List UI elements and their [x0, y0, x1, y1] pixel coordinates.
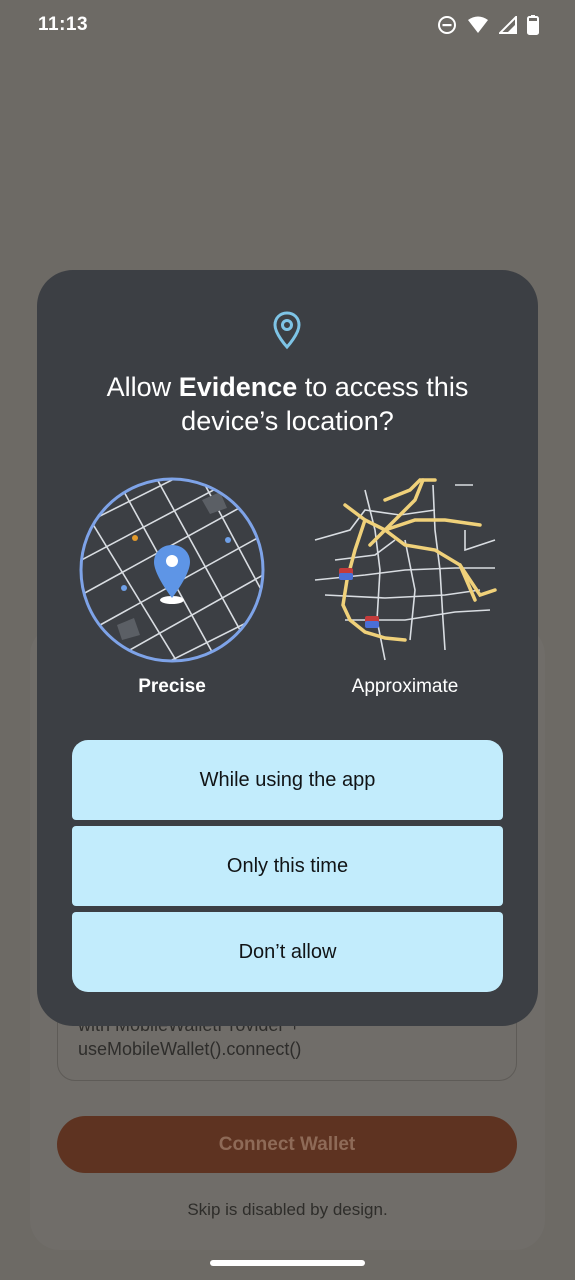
location-permission-dialog: Allow Evidence to access this device’s l… [37, 270, 538, 1026]
title-prefix: Allow [106, 372, 179, 402]
dont-allow-button[interactable]: Don’t allow [72, 912, 503, 992]
precise-label: Precise [138, 676, 206, 697]
approximate-option[interactable]: Approximate [305, 470, 505, 710]
while-using-app-button[interactable]: While using the app [72, 740, 503, 820]
status-icons [437, 15, 539, 35]
home-indicator[interactable] [210, 1260, 365, 1266]
connect-wallet-button[interactable]: Connect Wallet [57, 1116, 517, 1173]
dialog-title: Allow Evidence to access this device’s l… [67, 370, 508, 438]
cell-signal-icon [499, 16, 517, 34]
battery-icon [527, 15, 539, 35]
approximate-label: Approximate [351, 676, 459, 697]
approximate-map-icon [314, 478, 497, 661]
status-bar: 11:13 [0, 0, 575, 52]
app-name: Evidence [178, 372, 298, 402]
do-not-disturb-icon [437, 15, 457, 35]
only-this-time-button[interactable]: Only this time [72, 826, 503, 906]
precise-map-icon [79, 477, 265, 663]
skip-note: Skip is disabled by design. [187, 1200, 388, 1219]
wifi-icon [467, 16, 489, 34]
precise-option[interactable]: Precise [72, 470, 272, 710]
location-pin-icon [272, 310, 302, 355]
code-line-2: useMobileWallet().connect() [78, 1039, 302, 1059]
status-time: 11:13 [38, 14, 89, 35]
